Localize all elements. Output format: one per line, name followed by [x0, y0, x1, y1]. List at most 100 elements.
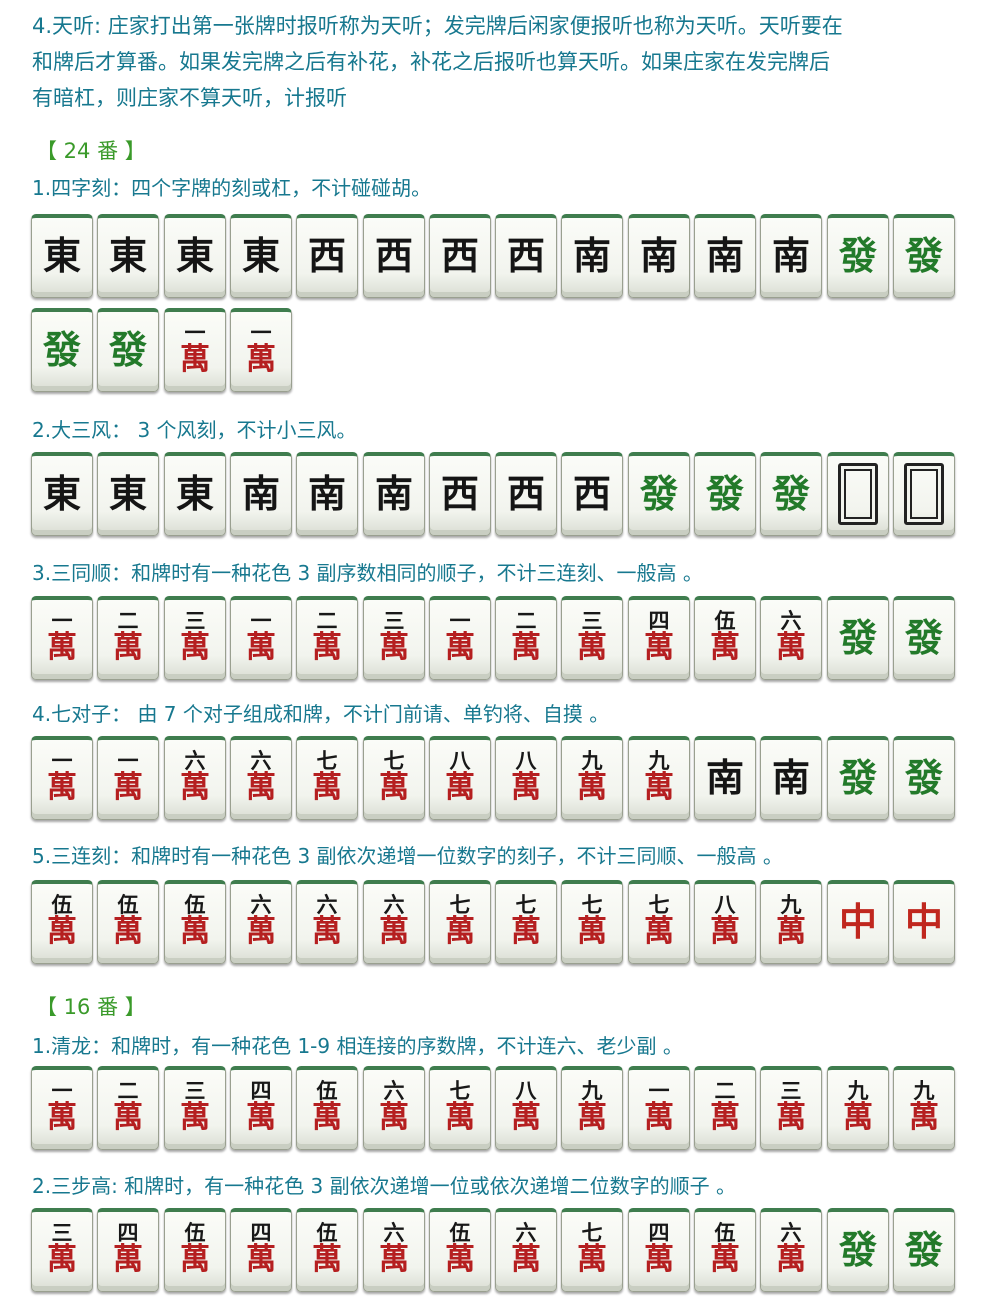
mahjong-tile-character: 七萬 — [429, 1066, 491, 1150]
caption-24-1: 1.四字刻：四个字牌的刻或杠，不计碰碰胡。 — [32, 176, 432, 200]
tile-number: 一 — [184, 319, 206, 345]
tile-suit: 萬 — [47, 629, 77, 665]
mahjong-tile-honor: 發 — [628, 452, 690, 536]
tile-suit: 萬 — [246, 913, 276, 949]
mahjong-tile-character: 三萬 — [164, 596, 226, 680]
tile-suit: 萬 — [379, 629, 409, 665]
tile-number: 七 — [515, 891, 537, 917]
tile-suit: 萬 — [47, 913, 77, 949]
tile-number: 六 — [780, 1219, 802, 1245]
mahjong-tile-honor: 西 — [561, 452, 623, 536]
tile-number: 四 — [648, 1219, 670, 1245]
mahjong-tile-character: 六萬 — [230, 880, 292, 964]
tile-suit: 萬 — [511, 1099, 541, 1135]
mahjong-tile-honor: 發 — [893, 214, 955, 298]
tile-suit: 萬 — [511, 769, 541, 805]
tile-suit: 萬 — [246, 1099, 276, 1135]
tile-suit: 萬 — [180, 1241, 210, 1277]
tile-suit: 萬 — [577, 629, 607, 665]
tile-glyph: 西 — [506, 232, 545, 278]
tile-glyph: 發 — [838, 614, 877, 660]
mahjong-tile-character: 二萬 — [694, 1066, 756, 1150]
tile-number: 二 — [117, 1077, 139, 1103]
tile-suit: 萬 — [776, 629, 806, 665]
tile-glyph: 發 — [904, 232, 943, 278]
tile-number: 九 — [780, 891, 802, 917]
tile-suit: 萬 — [710, 1099, 740, 1135]
tile-suit: 萬 — [312, 769, 342, 805]
mahjong-tile-character: 四萬 — [628, 596, 690, 680]
tile-number: 六 — [515, 1219, 537, 1245]
caption-24-5: 5.三连刻：和牌时有一种花色 3 副依次递增一位数字的刻子，不计三同顺、一般高 … — [32, 844, 783, 868]
mahjong-tile-character: 七萬 — [561, 880, 623, 964]
mahjong-tile-honor: 南 — [363, 452, 425, 536]
tile-number: 三 — [383, 607, 405, 633]
tile-number: 四 — [648, 607, 670, 633]
tile-number: 六 — [316, 891, 338, 917]
tile-suit: 萬 — [180, 341, 210, 377]
tile-glyph: 東 — [108, 470, 147, 516]
tile-glyph: 東 — [175, 232, 214, 278]
tile-number: 七 — [449, 891, 471, 917]
tile-suit: 萬 — [843, 1099, 873, 1135]
mahjong-tile-honor: 發 — [893, 1208, 955, 1292]
mahjong-tile-character: 八萬 — [694, 880, 756, 964]
mahjong-tile-honor: 西 — [495, 452, 557, 536]
mahjong-tile-character: 七萬 — [628, 880, 690, 964]
mahjong-tile-character: 七萬 — [363, 736, 425, 820]
tile-number: 二 — [515, 607, 537, 633]
tile-glyph: 發 — [639, 470, 678, 516]
mahjong-tile-character: 一萬 — [31, 736, 93, 820]
mahjong-tile-character: 一萬 — [230, 308, 292, 392]
tile-number: 八 — [714, 891, 736, 917]
tile-suit: 萬 — [644, 769, 674, 805]
tile-number: 四 — [250, 1077, 272, 1103]
mahjong-tile-character: 三萬 — [561, 596, 623, 680]
mahjong-tile-character: 四萬 — [230, 1066, 292, 1150]
tile-suit: 萬 — [246, 629, 276, 665]
mahjong-tile-character: 伍萬 — [97, 880, 159, 964]
tile-number: 六 — [250, 891, 272, 917]
mahjong-tile-character: 三萬 — [164, 1066, 226, 1150]
tile-suit: 萬 — [113, 1241, 143, 1277]
mahjong-tile-character: 伍萬 — [296, 1208, 358, 1292]
tile-glyph: 南 — [572, 232, 611, 278]
mahjong-tile-character: 三萬 — [760, 1066, 822, 1150]
tile-number: 伍 — [51, 891, 73, 917]
tile-glyph: 南 — [374, 470, 413, 516]
tile-number: 九 — [913, 1077, 935, 1103]
tile-number: 六 — [383, 891, 405, 917]
tile-suit: 萬 — [246, 769, 276, 805]
tile-glyph: 東 — [241, 232, 280, 278]
mahjong-tile-honor: 發 — [827, 596, 889, 680]
mahjong-tile-character: 六萬 — [363, 1208, 425, 1292]
tile-glyph: 南 — [241, 470, 280, 516]
mahjong-tile-character: 一萬 — [429, 596, 491, 680]
mahjong-tile-character: 九萬 — [628, 736, 690, 820]
tile-number: 一 — [51, 747, 73, 773]
tile-number: 一 — [250, 319, 272, 345]
intro-line-1: 4.天听: 庄家打出第一张牌时报听称为天听；发完牌后闲家便报听也称为天听。天听要… — [32, 14, 843, 38]
mahjong-tile-honor: 南 — [230, 452, 292, 536]
tile-number: 八 — [515, 747, 537, 773]
tile-number: 三 — [780, 1077, 802, 1103]
tile-number: 一 — [117, 747, 139, 773]
mahjong-tile-honor: 發 — [893, 736, 955, 820]
mahjong-tile-honor: 東 — [164, 214, 226, 298]
tile-number: 六 — [383, 1077, 405, 1103]
tile-glyph: 東 — [108, 232, 147, 278]
section-heading-16: 【 16 番 】 — [36, 995, 146, 1019]
mahjong-tile-character: 六萬 — [495, 1208, 557, 1292]
mahjong-tile-character: 八萬 — [495, 736, 557, 820]
tile-number: 三 — [184, 607, 206, 633]
mahjong-tile-honor: 西 — [495, 214, 557, 298]
tile-suit: 萬 — [511, 913, 541, 949]
tile-number: 四 — [117, 1219, 139, 1245]
tile-glyph: 發 — [838, 1226, 877, 1272]
mahjong-tile-character: 三萬 — [363, 596, 425, 680]
tile-suit: 萬 — [180, 769, 210, 805]
tile-suit: 萬 — [312, 913, 342, 949]
tile-suit: 萬 — [577, 1241, 607, 1277]
mahjong-tile-honor: 發 — [827, 736, 889, 820]
caption-16-2: 2.三步高: 和牌时，有一种花色 3 副依次递增一位或依次递增二位数字的顺子 。 — [32, 1174, 736, 1198]
